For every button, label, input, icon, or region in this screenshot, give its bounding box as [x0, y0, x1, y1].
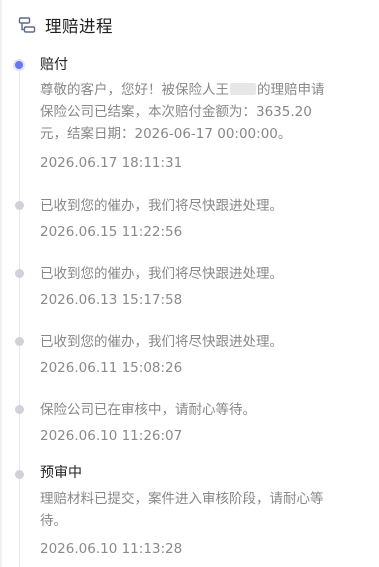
event-title: 预审中	[40, 465, 82, 481]
event-time: 2026.06.10 11:13:28	[40, 541, 183, 557]
event-body: 已收到您的催办，我们将尽快跟进处理。	[40, 334, 283, 350]
timeline-dot	[15, 470, 24, 479]
event-title: 赔付	[40, 57, 68, 73]
timeline-dot	[15, 405, 24, 414]
claim-progress-header: 理赔进程	[18, 13, 113, 37]
event-time: 2026.06.10 11:26:07	[40, 428, 183, 444]
event-body: 保险公司已在审核中，请耐心等待。	[40, 402, 256, 418]
event-body-line: 保险公司已结案，本次赔付金额为：3635.20	[40, 104, 312, 120]
event-body: 理赔材料已提交，案件进入审核阶段，请耐心等 待。	[40, 488, 365, 532]
event-body-line: 理赔材料已提交，案件进入审核阶段，请耐心等	[40, 491, 324, 507]
timeline-dot	[15, 201, 24, 210]
timeline-line	[19, 66, 20, 567]
event-time: 2026.06.15 11:22:56	[40, 224, 183, 240]
event-body-line: 尊敬的客户，您好！被保险人王 的理赔申请	[40, 82, 325, 98]
redacted-name	[230, 83, 256, 95]
timeline-dot	[15, 337, 24, 346]
event-body: 尊敬的客户，您好！被保险人王 的理赔申请 保险公司已结案，本次赔付金额为：3635…	[40, 79, 365, 145]
event-body-line: 元，结案日期：2026-06-17 00:00:00。	[40, 126, 292, 142]
timeline-dot-active	[13, 59, 25, 71]
timeline-dot	[15, 269, 24, 278]
event-body-line: 待。	[40, 513, 67, 529]
event-body: 已收到您的催办，我们将尽快跟进处理。	[40, 266, 283, 282]
event-time: 2026.06.17 18:11:31	[40, 155, 183, 171]
event-time: 2026.06.13 15:17:58	[40, 292, 183, 308]
event-body: 已收到您的催办，我们将尽快跟进处理。	[40, 198, 283, 214]
event-time: 2026.06.11 15:08:26	[40, 360, 183, 376]
page-title: 理赔进程	[45, 17, 113, 36]
claim-timeline: 赔付 尊敬的客户，您好！被保险人王 的理赔申请 保险公司已结案，本次赔付金额为：3…	[0, 52, 379, 567]
flow-icon	[18, 16, 36, 34]
